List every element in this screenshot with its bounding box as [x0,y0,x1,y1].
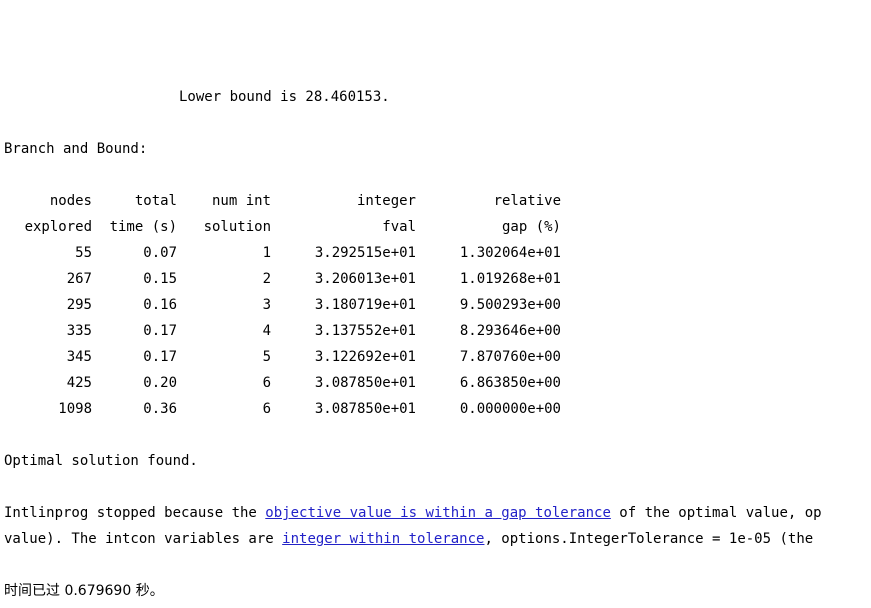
gap-tolerance-doc-link[interactable]: objective value is within a gap toleranc… [265,505,611,521]
cell-integer-fval: 3.137552e+01 [314,323,416,339]
cell-integer-fval: 3.087850e+01 [314,375,416,391]
cell-num-int-solution: 6 [262,375,271,391]
cell-relative-gap: 0.000000e+00 [459,401,561,417]
header-fval: fval [382,219,416,235]
cell-num-int-solution: 1 [262,245,271,261]
cell-relative-gap: 1.019268e+01 [459,271,561,287]
cell-num-int-solution: 2 [262,271,271,287]
cell-relative-gap: 7.870760e+00 [459,349,561,365]
cell-nodes-explored: 425 [66,375,92,391]
diagnostic-line-2: value). The intcon variables are integer… [4,526,871,552]
cell-relative-gap: 8.293646e+00 [459,323,561,339]
cell-nodes-explored: 295 [66,297,92,313]
diagnostic-line-1-prefix: Intlinprog stopped because the [4,505,266,521]
cell-relative-gap: 1.302064e+01 [459,245,561,261]
cell-total-time: 0.15 [143,271,177,287]
branch-and-bound-table: nodes total num int integer relative exp… [4,188,561,422]
table-row: 1098 0.36 6 3.087850e+01 0.000000e+00 [4,396,561,422]
matlab-command-window-output: LP:Optimal objective value is 26.926868.… [0,0,871,608]
cell-relative-gap: 6.863850e+00 [459,375,561,391]
cell-nodes-explored: 335 [66,323,92,339]
cell-nodes-explored: 55 [75,245,92,261]
header-total: total [134,193,177,209]
cell-nodes-explored: 345 [66,349,92,365]
cell-total-time: 0.20 [143,375,177,391]
integer-tolerance-doc-link[interactable]: integer within tolerance [282,531,484,547]
header-relative: relative [493,193,561,209]
cell-relative-gap: 9.500293e+00 [459,297,561,313]
cell-integer-fval: 3.292515e+01 [314,245,416,261]
cell-integer-fval: 3.206013e+01 [314,271,416,287]
table-row: 425 0.20 6 3.087850e+01 6.863850e+00 [4,370,561,396]
branch-and-bound-title: Branch and Bound: [4,141,148,157]
cell-total-time: 0.17 [143,323,177,339]
cell-nodes-explored: 267 [66,271,92,287]
header-nodes: nodes [49,193,92,209]
cell-num-int-solution: 3 [262,297,271,313]
cell-integer-fval: 3.180719e+01 [314,297,416,313]
header-gap-pct: gap (%) [501,219,561,235]
cell-nodes-explored: 1098 [58,401,92,417]
diagnostic-line-2-prefix: value). The intcon variables are [4,531,283,547]
diagnostic-line-1: Intlinprog stopped because the objective… [4,500,871,526]
cell-total-time: 0.36 [143,401,177,417]
phase-line-lp: LP:Optimal objective value is 26.926868. [4,6,871,32]
elapsed-time-message: 时间已过 0.679690 秒。 [4,583,164,599]
cell-num-int-solution: 5 [262,349,271,365]
table-row: 55 0.07 1 3.292515e+01 1.302064e+01 [4,240,561,266]
cell-integer-fval: 3.122692e+01 [314,349,416,365]
header-explored: explored [24,219,92,235]
table-header: nodes total num int integer relative exp… [4,188,561,240]
cell-total-time: 0.16 [143,297,177,313]
cell-num-int-solution: 6 [262,401,271,417]
header-integer: integer [356,193,416,209]
table-row: 345 0.17 5 3.122692e+01 7.870760e+00 [4,344,561,370]
table-row: 267 0.15 2 3.206013e+01 1.019268e+01 [4,266,561,292]
cell-total-time: 0.07 [143,245,177,261]
table-row: 295 0.16 3 3.180719e+01 9.500293e+00 [4,292,561,318]
cell-num-int-solution: 4 [262,323,271,339]
diagnostic-line-2-suffix: , options.IntegerTolerance = 1e-05 (the [484,531,814,547]
header-num-int: num int [211,193,271,209]
phase-line-cut-generation: Cut Generation:Applied 1 Gomory cut, and… [4,58,871,84]
table-header-row-2: explored time (s) solution fval gap (%) [4,214,561,240]
diagnostic-line-1-suffix: of the optimal value, op [610,505,822,521]
table-row: 335 0.17 4 3.137552e+01 8.293646e+00 [4,318,561,344]
header-solution: solution [203,219,271,235]
header-time-s: time (s) [109,219,177,235]
phase-continuation-lower-bound: Lower bound is 28.460153. [179,89,390,105]
table-header-row-1: nodes total num int integer relative [4,188,561,214]
cell-integer-fval: 3.087850e+01 [314,401,416,417]
table-body: 55 0.07 1 3.292515e+01 1.302064e+01 267 0.15 2 3… [4,240,561,422]
cell-total-time: 0.17 [143,349,177,365]
status-message: Optimal solution found. [4,453,198,469]
